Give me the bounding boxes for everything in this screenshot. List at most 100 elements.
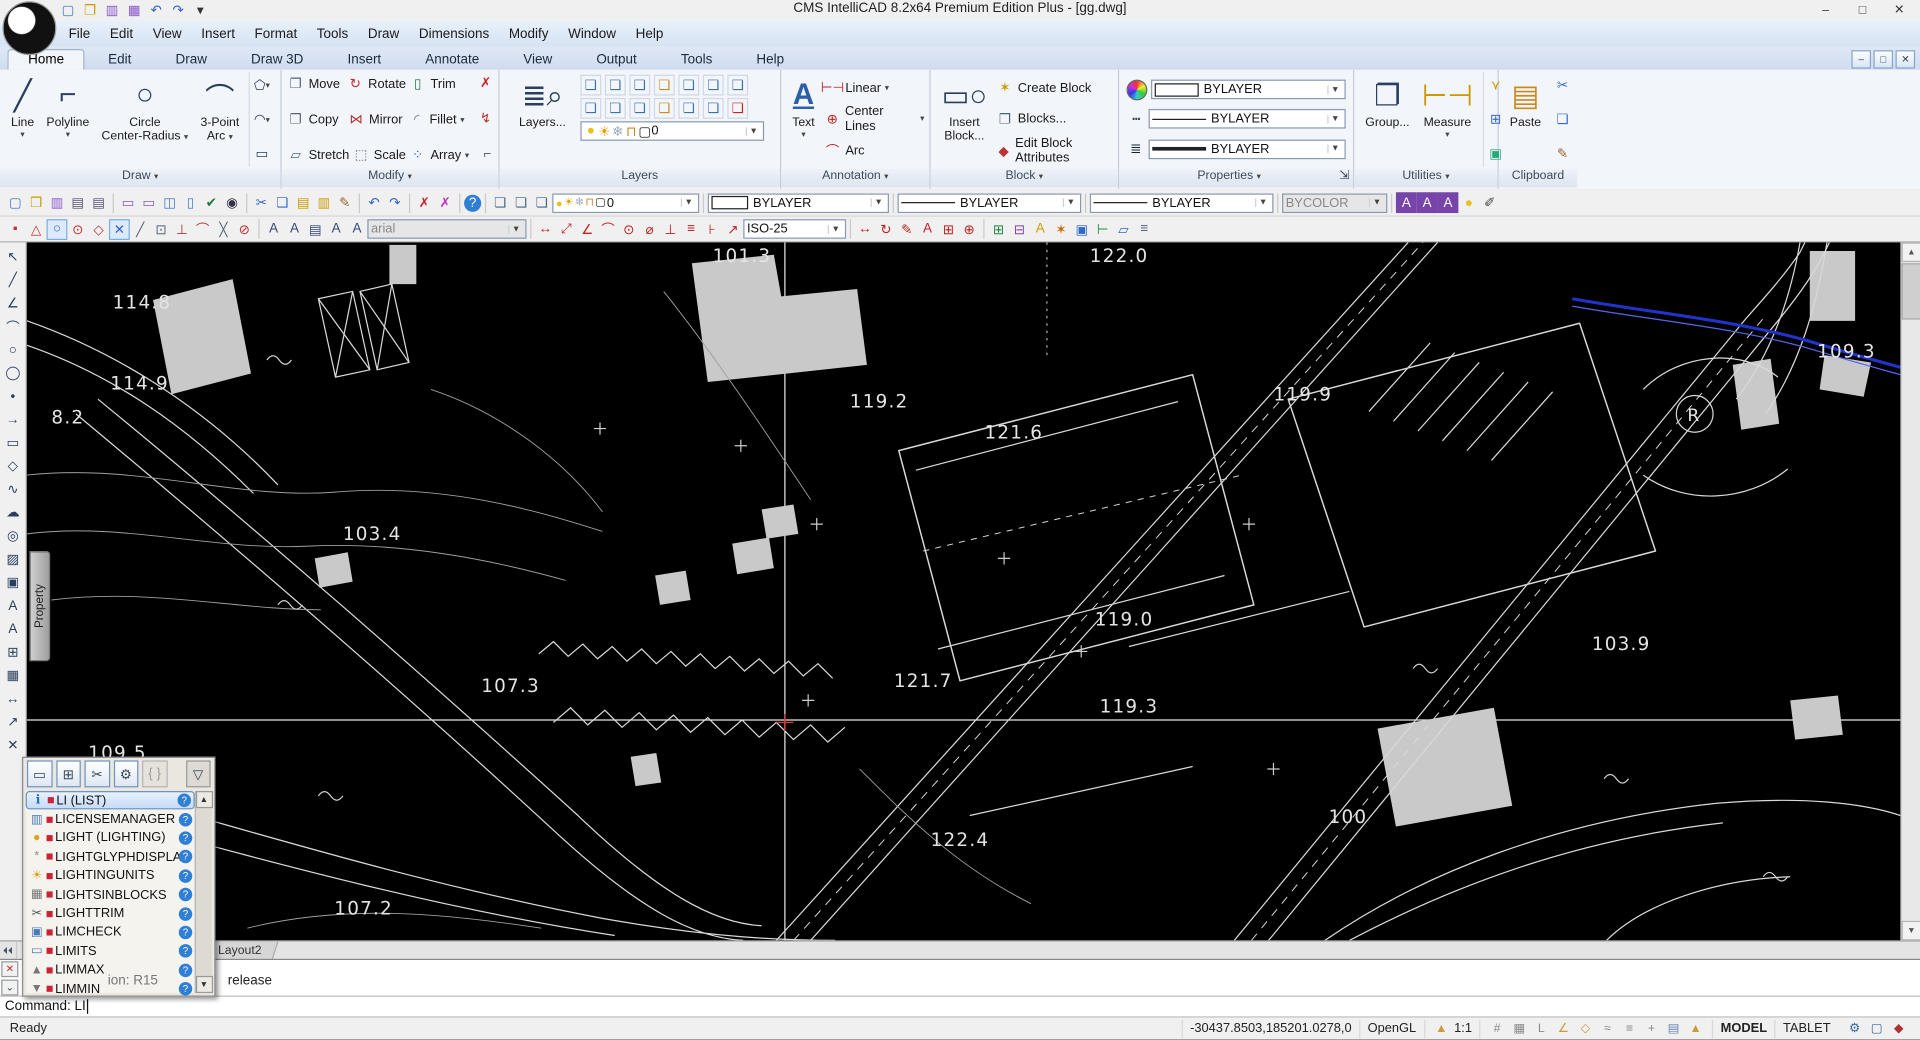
help-icon[interactable]: ? — [464, 194, 481, 211]
dim-ordinate-icon[interactable]: ⊥ — [660, 219, 681, 240]
layer-lock-icon[interactable]: ❏ — [654, 75, 675, 96]
match-properties-icon[interactable]: ✎ — [334, 192, 355, 213]
measure-icon[interactable]: ⊢ — [1092, 219, 1113, 240]
region-tool-icon[interactable]: ▣ — [2, 571, 24, 594]
layer-bulb-icon[interactable]: ❏ — [678, 75, 699, 96]
drawing-canvas[interactable]: 114.8114.98.2103.4101.3119.2122.0121.611… — [27, 242, 1900, 940]
text-edit-icon[interactable]: A — [326, 219, 347, 240]
dim-radius-icon[interactable]: ⊙ — [618, 219, 639, 240]
menu-draw[interactable]: Draw — [358, 24, 409, 44]
insert-block-icon[interactable]: ⊟ — [1009, 219, 1030, 240]
renderer-display[interactable]: OpenGL — [1359, 1019, 1424, 1037]
menu-insert[interactable]: Insert — [191, 24, 244, 44]
help-badge[interactable]: ? — [179, 888, 192, 901]
polyline-button[interactable]: ⌐ Polyline▾ — [40, 72, 95, 166]
text-style-icon[interactable]: A — [1396, 192, 1417, 213]
layer-freeze-icon[interactable]: ❏ — [703, 75, 724, 96]
layer-current-icon[interactable]: ❏ — [629, 98, 650, 119]
popup-item-lightingunits[interactable]: ☀LIGHTINGUNITS? — [26, 866, 195, 885]
group-label-draw[interactable]: Draw ▾ — [0, 169, 280, 187]
color-combo[interactable]: BYLAYER▼ — [708, 193, 889, 213]
command-input[interactable]: Command: LI — [0, 996, 1920, 1017]
lineweight-control[interactable]: ≣ BYLAYER▼ — [1127, 139, 1346, 160]
help-badge[interactable]: ? — [179, 944, 192, 957]
dim-linear-button[interactable]: ⊢⊣Linear ▾ — [823, 78, 924, 99]
layer-off-icon[interactable]: ❏ — [678, 98, 699, 119]
key-icon[interactable]: ✐ — [1479, 192, 1500, 213]
mdi-restore-button[interactable]: □ — [1873, 50, 1893, 68]
rectangle-icon[interactable]: ▭ — [253, 144, 271, 162]
scroll-thumb[interactable] — [1902, 263, 1920, 319]
popup-item-lighttrim[interactable]: ✂LIGHTTRIM? — [26, 904, 195, 923]
dim-aligned-icon[interactable]: ⤢ — [556, 219, 577, 240]
dim-update-icon[interactable]: ↻ — [876, 219, 897, 240]
tab-edit[interactable]: Edit — [87, 49, 152, 70]
esnap-toggle[interactable]: ◇ — [1576, 1022, 1594, 1035]
cmdline-dock-button[interactable]: ⊞ — [56, 760, 81, 787]
model-space-button[interactable]: MODEL — [1712, 1019, 1774, 1037]
ellipse-tool-icon[interactable]: ◯ — [2, 361, 24, 384]
snap-intersection-icon[interactable]: ✕ — [109, 219, 130, 240]
tab-draw[interactable]: Draw — [155, 49, 228, 70]
mtext-tool-icon[interactable]: A — [2, 617, 24, 640]
plot-icon[interactable]: ▭ — [118, 192, 139, 213]
snap-none-icon[interactable]: ⊘ — [234, 219, 255, 240]
menu-view[interactable]: View — [143, 24, 192, 44]
grid-toggle[interactable]: ▦ — [1510, 1022, 1528, 1035]
menu-file[interactable]: File — [59, 24, 100, 44]
layers-button[interactable]: ≣⌕ Layers... — [504, 72, 580, 166]
text-button[interactable]: A Text▾ — [786, 72, 821, 166]
offset-button[interactable]: ⌐ — [481, 144, 493, 162]
array-button[interactable]: ⁘Array▾ — [408, 144, 469, 165]
paste-special-icon[interactable]: ▥ — [313, 192, 334, 213]
explode-icon[interactable]: ✶ — [1051, 219, 1072, 240]
group-label-utilities[interactable]: Utilities ▾ — [1354, 169, 1497, 187]
polygon-icon[interactable]: ⬠ ▾ — [253, 76, 271, 94]
print-preview-icon[interactable]: ◫ — [159, 192, 180, 213]
block-tool-icon[interactable]: ⊞ — [2, 640, 24, 663]
explode-button[interactable]: ↯ — [478, 109, 494, 127]
spell-check-icon[interactable]: ✔ — [201, 192, 222, 213]
line-button[interactable]: ╱ Line▾ — [5, 72, 40, 166]
tolerance-icon[interactable]: ⊞ — [938, 219, 959, 240]
linetype-combo[interactable]: BYLAYER▼ — [898, 193, 1082, 213]
cut-icon[interactable]: ✂ — [251, 192, 272, 213]
layer-unlock-icon[interactable]: ❏ — [654, 98, 675, 119]
snap-toggle[interactable]: # — [1488, 1022, 1506, 1035]
command-close-button[interactable]: ✕ — [1, 961, 18, 977]
popup-item-licensemanager[interactable]: ▥LICENSEMANAGER? — [26, 810, 195, 829]
group-label-annotation[interactable]: Annotation ▾ — [781, 169, 929, 187]
snap-nearest-icon[interactable]: ╳ — [213, 219, 234, 240]
snap-endpoint-icon[interactable]: ▪ — [5, 219, 26, 240]
mtext-icon[interactable]: ▤ — [305, 219, 326, 240]
rotate-button[interactable]: ↻Rotate — [346, 73, 406, 94]
leader-tool-icon[interactable]: ↗ — [2, 710, 24, 733]
lwt-toggle[interactable]: ≡ — [1620, 1022, 1638, 1035]
tab-first-button[interactable]: ⏴⏴ — [0, 942, 17, 960]
cmdline-cut-button[interactable]: ✂ — [84, 760, 109, 787]
menu-window[interactable]: Window — [558, 24, 625, 44]
help-badge[interactable]: ? — [179, 963, 192, 976]
popup-item-limcheck[interactable]: ▣LIMCHECK? — [26, 923, 195, 942]
cmdline-flask-button[interactable]: ▽ — [186, 760, 211, 787]
menu-modify[interactable]: Modify — [499, 24, 558, 44]
tab-help[interactable]: Help — [736, 49, 805, 70]
ortho-toggle[interactable]: L — [1532, 1022, 1550, 1035]
group-label-modify[interactable]: Modify ▾ — [282, 169, 499, 187]
popup-scroll-up[interactable]: ▲ — [195, 791, 212, 808]
lineweight-combo[interactable]: BYLAYER▼ — [1090, 193, 1274, 213]
snap-midpoint-icon[interactable]: △ — [26, 219, 47, 240]
command-expand-button[interactable]: ⌄ — [1, 980, 18, 996]
dim-diameter-icon[interactable]: ⌀ — [639, 219, 660, 240]
polygon-tool-icon[interactable]: ◇ — [2, 454, 24, 477]
layer-properties-icon[interactable]: ❏ — [580, 75, 601, 96]
snap-node-icon[interactable]: ⊙ — [67, 219, 88, 240]
popup-scroll-down[interactable]: ▼ — [195, 976, 212, 993]
settings-gear-icon[interactable]: ⚙ — [1845, 1022, 1863, 1035]
menu-edit[interactable]: Edit — [100, 24, 143, 44]
layer-match-icon[interactable]: ❏ — [605, 98, 626, 119]
match-properties-icon[interactable]: ✎ — [1553, 144, 1571, 162]
tab-output[interactable]: Output — [576, 49, 658, 70]
copy-button[interactable]: ❐Copy — [287, 109, 345, 130]
help-badge[interactable]: ? — [179, 850, 192, 863]
